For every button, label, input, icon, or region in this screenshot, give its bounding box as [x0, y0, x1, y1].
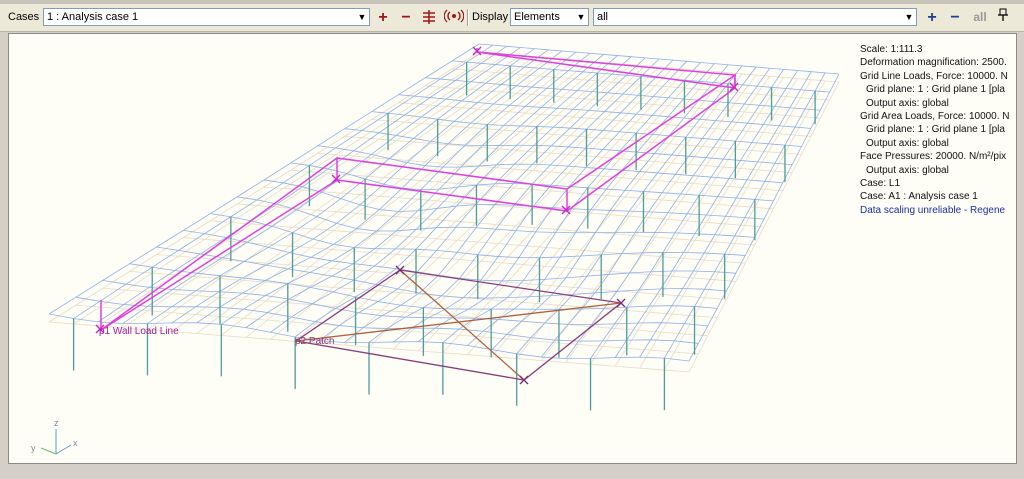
mesh-line: [122, 47, 521, 324]
legend-deformation: Deformation magnification: 2500.: [860, 57, 1007, 69]
chevron-down-icon[interactable]: ▼: [574, 9, 588, 25]
legend-grid-line-loads: Grid Line Loads, Force: 10000. N: [860, 70, 1008, 82]
mesh-line: [237, 203, 755, 246]
mesh-line: [478, 43, 840, 75]
axis-x-label: x: [73, 438, 78, 448]
mesh-line: [344, 128, 793, 166]
mesh-line: [491, 64, 729, 350]
mesh-line: [129, 263, 718, 310]
display-select-value: Elements: [514, 11, 560, 23]
legend-scale: Scale: 1:111.3: [860, 44, 923, 55]
legend-case-a1: Case: A1 : Analysis case 1: [860, 191, 978, 203]
mesh-line: [48, 43, 480, 315]
all-button[interactable]: all: [968, 8, 992, 27]
cases-label: Cases: [8, 11, 40, 23]
legend-face-pressures: Face Pressures: 20000. N/m²/pix: [860, 151, 1007, 163]
mesh-line: [98, 45, 507, 323]
legend-output-axis: Output axis: global: [866, 97, 949, 109]
case-toolbar: Cases 1 : Analysis case 1 ▼ + − Display …: [0, 4, 1024, 32]
legend-output-axis: Output axis: global: [866, 137, 949, 149]
add-filter-button[interactable]: +: [923, 8, 941, 27]
legend-output-axis: Output axis: global: [866, 164, 949, 176]
remove-case-button[interactable]: −: [397, 8, 415, 27]
legend-grid-plane: Grid plane: 1 : Grid plane 1 [pla: [866, 84, 1005, 96]
mesh-line: [344, 135, 793, 174]
pin-icon[interactable]: [996, 8, 1010, 27]
line-load-label: p1 Wall Load Line: [99, 326, 179, 337]
display-select[interactable]: Elements ▼: [510, 8, 589, 26]
legend-grid-plane: Grid plane: 1 : Grid plane 1 [pla: [866, 124, 1005, 136]
load-envelope-icon[interactable]: [420, 8, 438, 27]
deformed-mesh: [48, 43, 840, 362]
display-label: Display: [472, 11, 509, 23]
mesh-line: [639, 71, 812, 358]
mesh-line: [688, 73, 840, 362]
3d-viewport[interactable]: p1 Wall Load Line p2 Patch z y x Scale: …: [8, 33, 1017, 464]
legend-case-l1: Case: L1: [860, 177, 901, 189]
axis-triad: z y x: [31, 418, 78, 455]
filter-select[interactable]: all ▼: [593, 8, 917, 26]
filter-select-value: all: [597, 11, 609, 23]
add-case-button[interactable]: +: [374, 8, 392, 27]
broadcast-icon[interactable]: [443, 8, 465, 27]
mesh-line: [73, 44, 494, 319]
patch-label: p2 Patch: [295, 336, 334, 347]
results-legend: Scale: 1:111.3 Deformation magnification…: [860, 43, 1016, 217]
legend-grid-area-loads: Grid Area Loads, Force: 10000. N: [860, 110, 1010, 122]
chevron-down-icon[interactable]: ▼: [355, 9, 369, 25]
mesh-line: [398, 94, 811, 129]
window-bottom-strip: [0, 464, 1024, 479]
mesh-line: [614, 70, 798, 358]
chevron-down-icon[interactable]: ▼: [902, 9, 916, 25]
remove-filter-button[interactable]: −: [946, 8, 964, 27]
axis-y-label: y: [31, 443, 36, 453]
mesh-line: [183, 237, 736, 282]
toolbar-separator: [467, 9, 469, 26]
case-select-value: 1 : Analysis case 1: [47, 11, 139, 23]
axis-z-label: z: [54, 418, 59, 428]
legend-scaling-warning[interactable]: Data scaling unreliable - Regene: [860, 204, 1016, 217]
case-select[interactable]: 1 : Analysis case 1 ▼: [43, 8, 370, 26]
mesh-line: [210, 213, 746, 259]
mesh-line: [398, 102, 811, 137]
